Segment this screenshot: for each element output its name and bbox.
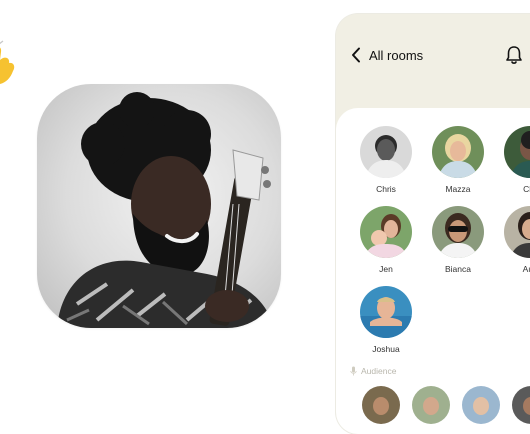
audience-avatar[interactable] xyxy=(462,386,500,424)
audience-avatar[interactable] xyxy=(512,386,530,424)
avatar xyxy=(360,286,412,338)
speaker[interactable]: Chris xyxy=(357,126,415,194)
avatar xyxy=(432,206,484,258)
speaker[interactable]: Chr xyxy=(501,126,530,194)
speaker-name: Joshua xyxy=(372,344,400,354)
speaker[interactable]: Mazza xyxy=(429,126,487,194)
speaker-name: Aus xyxy=(522,264,530,274)
speaker[interactable]: Aus xyxy=(501,206,530,274)
avatar xyxy=(504,126,530,178)
avatar xyxy=(360,206,412,258)
speaker-name: Jen xyxy=(379,264,393,274)
avatar xyxy=(360,126,412,178)
audience-avatar[interactable] xyxy=(412,386,450,424)
room-card: Chris Mazza Chr Jen Bianca xyxy=(336,108,530,434)
speaker[interactable]: Jen xyxy=(357,206,415,274)
speaker-name: Chris xyxy=(376,184,396,194)
bell-icon[interactable] xyxy=(504,45,524,65)
speaker-name: Mazza xyxy=(445,184,471,194)
audience-label-text: Audience xyxy=(361,366,397,376)
app-icon-photo xyxy=(37,84,281,328)
phone-screen: All rooms Chris Mazza Chr xyxy=(336,14,530,434)
room-header: All rooms xyxy=(336,14,530,108)
mic-icon xyxy=(350,366,357,376)
chevron-left-icon xyxy=(352,47,360,63)
speaker-name: Bianca xyxy=(445,264,471,274)
avatar xyxy=(432,126,484,178)
speaker-name: Chr xyxy=(523,184,530,194)
avatar xyxy=(504,206,530,258)
back-label: All rooms xyxy=(369,47,424,63)
all-rooms-back-button[interactable]: All rooms xyxy=(350,47,423,63)
waving-hand-icon xyxy=(0,40,18,86)
speaker[interactable]: Joshua xyxy=(357,286,415,354)
audience-label: Audience xyxy=(350,366,396,376)
audience-avatar[interactable] xyxy=(362,386,400,424)
speaker[interactable]: Bianca xyxy=(429,206,487,274)
